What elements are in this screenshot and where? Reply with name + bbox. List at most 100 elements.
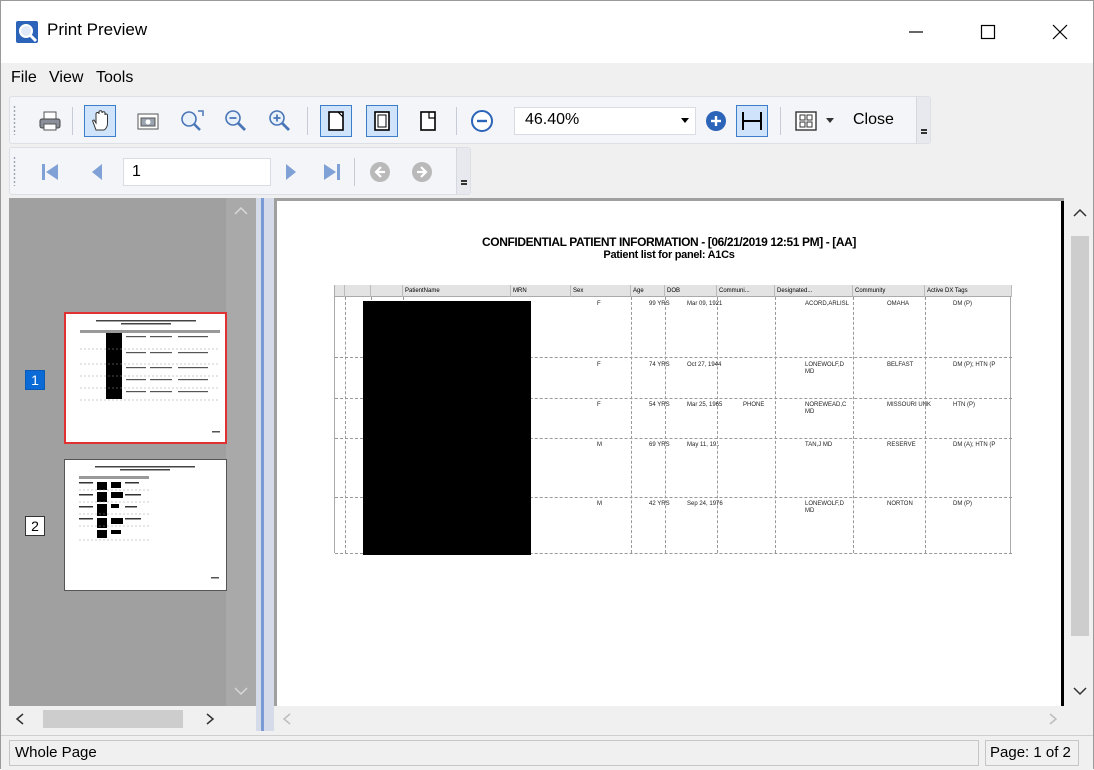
cell-age: 69 YRS [649, 442, 670, 448]
multiple-pages-icon [795, 111, 817, 131]
cell-age: 74 YRS [649, 362, 670, 368]
scroll-left-icon[interactable] [15, 713, 25, 725]
scroll-left-icon[interactable] [282, 713, 292, 725]
close-preview-button[interactable]: Close [853, 111, 894, 129]
grid-column-line [925, 297, 926, 553]
cell-designated: TAN,J MD [805, 442, 833, 448]
scroll-down-icon[interactable] [234, 686, 248, 696]
first-page-button[interactable] [34, 156, 66, 188]
zoom-in-button[interactable] [700, 105, 732, 137]
preview-vertical-scrollbar[interactable] [1067, 198, 1093, 706]
next-page-button[interactable] [274, 156, 306, 188]
main-toolbar: 46.40% Close [9, 96, 931, 144]
status-page-count: Page: 1 of 2 [985, 740, 1079, 766]
toolbar-overflow-button[interactable] [916, 97, 930, 143]
cell-designated: LONEWOLF,D MD [805, 362, 845, 375]
chevron-down-icon[interactable] [675, 108, 695, 134]
maximize-button[interactable] [957, 9, 1019, 55]
cell-age: 99 YRS [649, 301, 670, 307]
grid-column-line [853, 297, 854, 553]
thumbnail-vertical-scrollbar[interactable] [226, 198, 256, 706]
page-number-input[interactable]: 1 [123, 158, 271, 186]
dynamic-zoom-button[interactable] [176, 105, 208, 137]
scroll-up-icon[interactable] [234, 206, 248, 216]
page-thumbnail-1[interactable] [64, 312, 227, 444]
zoom-in-icon [269, 110, 290, 131]
whole-page-button[interactable] [366, 105, 398, 137]
toolbar-separator [307, 107, 308, 135]
toolbar-overflow-button[interactable] [456, 148, 470, 194]
grid-header-cell [345, 285, 371, 297]
cell-dob: May 11, 19.. [687, 442, 720, 448]
scroll-down-icon[interactable] [1073, 686, 1087, 696]
toolbar-grip[interactable] [13, 105, 16, 135]
cell-dob: Mar 09, 1921 [687, 301, 723, 307]
scroll-right-icon[interactable] [1048, 713, 1058, 725]
chevron-down-icon [826, 118, 834, 123]
last-page-icon [324, 164, 340, 180]
cell-dx-tags: HTN (P) [953, 402, 975, 408]
toolbar-separator [456, 107, 457, 135]
history-forward-button[interactable] [406, 156, 438, 188]
print-button[interactable] [34, 105, 66, 137]
scroll-right-icon[interactable] [205, 713, 215, 725]
multiple-pages-button[interactable] [790, 105, 822, 137]
toolbar-separator [780, 107, 781, 135]
preview-page: CONFIDENTIAL PATIENT INFORMATION - [06/2… [277, 201, 1064, 706]
hand-tool-button[interactable] [84, 105, 116, 137]
first-page-icon [42, 164, 58, 180]
grid-column-line [665, 297, 666, 553]
menu-file[interactable]: File [11, 69, 37, 87]
grid-header-cell [371, 285, 403, 297]
toolbar-grip[interactable] [13, 156, 16, 186]
grid-header-cell: Communi... [717, 285, 775, 297]
history-back-button[interactable] [364, 156, 396, 188]
zoom-combo[interactable]: 46.40% [514, 107, 696, 135]
scrollbar-thumb[interactable] [43, 710, 183, 728]
zoom-in-tool-button[interactable] [264, 105, 296, 137]
snapshot-button[interactable] [132, 105, 164, 137]
thumbnail-horizontal-scrollbar[interactable] [9, 707, 256, 731]
single-page-icon [328, 111, 344, 131]
plus-circle-icon [706, 111, 726, 131]
cell-community: RESERVE [887, 442, 916, 448]
preview-horizontal-scrollbar[interactable] [274, 707, 1067, 731]
cell-sex: F [597, 402, 601, 408]
scroll-up-icon[interactable] [1073, 208, 1087, 218]
cell-community: OMAHA [887, 301, 910, 307]
minus-circle-icon [471, 110, 493, 132]
cell-community: MISSOURI UNK [887, 402, 932, 408]
grid-header-cell [335, 285, 345, 297]
menu-view[interactable]: View [49, 69, 83, 87]
grid-header-cell: Age [631, 285, 665, 297]
cell-sex: M [597, 442, 602, 448]
grid-header-cell: Active DX Tags [925, 285, 1012, 297]
thumbnail-panel[interactable] [9, 198, 256, 706]
cell-dob: Oct 27, 1944 [687, 362, 722, 368]
zoom-out-tool-button[interactable] [220, 105, 252, 137]
minimize-button[interactable] [885, 9, 947, 55]
page-margins-icon [742, 112, 762, 130]
grid-header-cell: Community [853, 285, 925, 297]
page-margins-button[interactable] [736, 105, 768, 137]
print-preview-app-icon [16, 21, 38, 43]
panel-splitter[interactable] [256, 198, 274, 731]
cell-age: 54 YRS [649, 402, 670, 408]
menu-tools[interactable]: Tools [96, 69, 133, 87]
cell-community: BELFAST [887, 362, 914, 368]
page-thumbnail-2[interactable] [64, 459, 227, 591]
cell-sex: F [597, 362, 601, 368]
multiple-pages-dropdown[interactable] [820, 105, 840, 137]
scrollbar-thumb[interactable] [1071, 236, 1089, 636]
page-thumbnail-image [80, 320, 220, 433]
page-width-button[interactable] [412, 105, 444, 137]
previous-page-button[interactable] [82, 156, 114, 188]
document-title: CONFIDENTIAL PATIENT INFORMATION - [06/2… [482, 235, 856, 249]
cell-community: NORTON [887, 501, 913, 507]
cell-dx-tags: DM (P) [953, 301, 972, 307]
single-page-button[interactable] [320, 105, 352, 137]
close-window-button[interactable] [1029, 9, 1091, 55]
page-number-value: 1 [132, 163, 141, 180]
zoom-out-button[interactable] [466, 105, 498, 137]
last-page-button[interactable] [316, 156, 348, 188]
